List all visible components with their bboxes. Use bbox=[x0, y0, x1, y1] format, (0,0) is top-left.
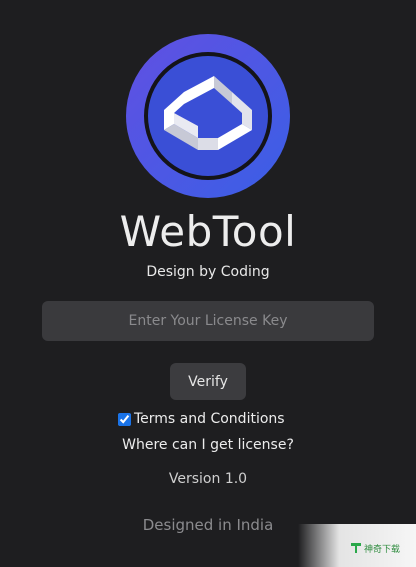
license-key-input[interactable] bbox=[42, 301, 374, 341]
version-text: Version 1.0 bbox=[168, 471, 248, 487]
webtool-logo-icon bbox=[126, 34, 290, 198]
watermark-logo-icon: 神奇下载 bbox=[351, 543, 400, 555]
terms-checkbox[interactable] bbox=[118, 412, 131, 426]
terms-checkbox-row[interactable]: Terms and Conditions bbox=[118, 409, 285, 429]
get-license-link[interactable]: Where can I get license? bbox=[0, 437, 416, 453]
terms-label: Terms and Conditions bbox=[134, 411, 285, 427]
watermark: 神奇下载 bbox=[298, 524, 416, 567]
app-title: WebTool bbox=[119, 207, 297, 256]
verify-button[interactable]: Verify bbox=[170, 363, 246, 400]
watermark-text: 神奇下载 bbox=[364, 543, 400, 555]
app-tagline: Design by Coding bbox=[146, 264, 270, 280]
